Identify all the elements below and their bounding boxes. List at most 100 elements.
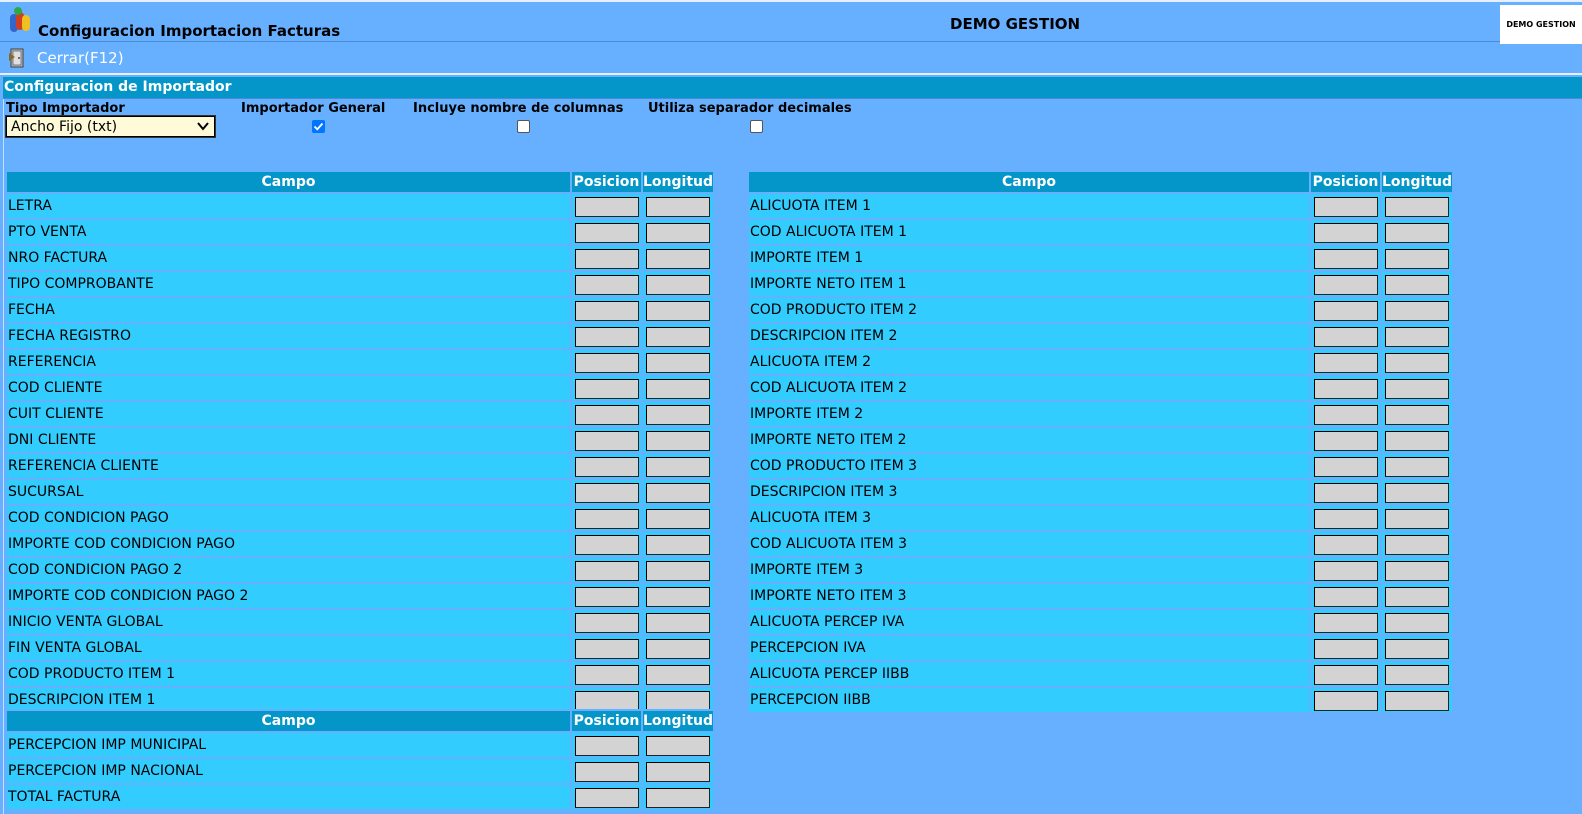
posicion-input[interactable] xyxy=(1313,560,1378,581)
longitud-input[interactable] xyxy=(646,612,710,633)
posicion-input[interactable] xyxy=(574,482,639,503)
posicion-input[interactable] xyxy=(574,534,639,555)
longitud-input[interactable] xyxy=(1385,456,1449,477)
tipo-importador-value: Ancho Fijo (txt) xyxy=(11,118,118,135)
posicion-input[interactable] xyxy=(574,664,639,685)
longitud-input[interactable] xyxy=(1385,612,1449,633)
posicion-input[interactable] xyxy=(574,586,639,607)
separador-decimales-checkbox[interactable] xyxy=(750,120,763,133)
posicion-input[interactable] xyxy=(574,560,639,581)
posicion-input[interactable] xyxy=(574,638,639,659)
close-button[interactable]: Cerrar(F12) xyxy=(6,47,124,69)
incluye-columnas-checkbox[interactable] xyxy=(517,120,530,133)
posicion-input[interactable] xyxy=(574,248,639,269)
longitud-input[interactable] xyxy=(646,586,710,607)
field-label: CUIT CLIENTE xyxy=(7,402,570,426)
longitud-input[interactable] xyxy=(646,300,710,321)
longitud-input[interactable] xyxy=(646,248,710,269)
posicion-input[interactable] xyxy=(574,222,639,243)
longitud-input[interactable] xyxy=(646,638,710,659)
longitud-input[interactable] xyxy=(646,508,710,529)
longitud-input[interactable] xyxy=(1385,690,1449,711)
longitud-input[interactable] xyxy=(1385,300,1449,321)
longitud-input[interactable] xyxy=(1385,222,1449,243)
posicion-input[interactable] xyxy=(574,612,639,633)
longitud-input[interactable] xyxy=(1385,326,1449,347)
posicion-input[interactable] xyxy=(1313,612,1378,633)
longitud-input[interactable] xyxy=(646,787,710,808)
posicion-input[interactable] xyxy=(574,430,639,451)
longitud-input[interactable] xyxy=(1385,196,1449,217)
longitud-input[interactable] xyxy=(1385,378,1449,399)
posicion-cell xyxy=(1311,324,1380,348)
longitud-input[interactable] xyxy=(646,352,710,373)
longitud-input[interactable] xyxy=(1385,664,1449,685)
posicion-input[interactable] xyxy=(1313,534,1378,555)
field-label: COD PRODUCTO ITEM 1 xyxy=(7,662,570,686)
posicion-cell xyxy=(572,454,641,478)
longitud-input[interactable] xyxy=(1385,560,1449,581)
posicion-input[interactable] xyxy=(574,196,639,217)
posicion-input[interactable] xyxy=(1313,508,1378,529)
longitud-input[interactable] xyxy=(646,326,710,347)
posicion-input[interactable] xyxy=(574,787,639,808)
longitud-input[interactable] xyxy=(1385,534,1449,555)
posicion-input[interactable] xyxy=(574,300,639,321)
longitud-input[interactable] xyxy=(646,274,710,295)
longitud-input[interactable] xyxy=(1385,586,1449,607)
longitud-input[interactable] xyxy=(646,222,710,243)
posicion-input[interactable] xyxy=(1313,638,1378,659)
posicion-input[interactable] xyxy=(574,378,639,399)
longitud-input[interactable] xyxy=(1385,430,1449,451)
longitud-input[interactable] xyxy=(646,456,710,477)
posicion-input[interactable] xyxy=(1313,378,1378,399)
posicion-input[interactable] xyxy=(1313,404,1378,425)
longitud-input[interactable] xyxy=(1385,274,1449,295)
longitud-input[interactable] xyxy=(646,664,710,685)
longitud-input[interactable] xyxy=(646,430,710,451)
header-longitud: Longitud xyxy=(643,711,714,731)
posicion-input[interactable] xyxy=(1313,326,1378,347)
longitud-input[interactable] xyxy=(646,196,710,217)
posicion-input[interactable] xyxy=(574,735,639,756)
posicion-input[interactable] xyxy=(1313,430,1378,451)
posicion-input[interactable] xyxy=(1313,248,1378,269)
longitud-input[interactable] xyxy=(646,378,710,399)
posicion-input[interactable] xyxy=(1313,352,1378,373)
importador-general-checkbox[interactable] xyxy=(312,120,325,133)
longitud-cell xyxy=(1382,246,1453,270)
posicion-input[interactable] xyxy=(1313,456,1378,477)
longitud-input[interactable] xyxy=(646,735,710,756)
longitud-input[interactable] xyxy=(1385,248,1449,269)
tipo-importador-select[interactable]: Ancho Fijo (txt) xyxy=(5,115,216,138)
longitud-input[interactable] xyxy=(646,560,710,581)
longitud-input[interactable] xyxy=(646,761,710,782)
posicion-input[interactable] xyxy=(574,508,639,529)
posicion-input[interactable] xyxy=(574,274,639,295)
longitud-input[interactable] xyxy=(1385,404,1449,425)
longitud-input[interactable] xyxy=(646,404,710,425)
table-row: DESCRIPCION ITEM 2 xyxy=(749,324,1453,348)
longitud-input[interactable] xyxy=(646,534,710,555)
posicion-input[interactable] xyxy=(1313,664,1378,685)
posicion-input[interactable] xyxy=(574,404,639,425)
posicion-input[interactable] xyxy=(1313,196,1378,217)
posicion-input[interactable] xyxy=(1313,690,1378,711)
posicion-input[interactable] xyxy=(1313,482,1378,503)
posicion-input[interactable] xyxy=(574,352,639,373)
posicion-input[interactable] xyxy=(1313,300,1378,321)
longitud-input[interactable] xyxy=(1385,508,1449,529)
posicion-input[interactable] xyxy=(574,326,639,347)
longitud-input[interactable] xyxy=(646,482,710,503)
posicion-input[interactable] xyxy=(1313,274,1378,295)
posicion-input[interactable] xyxy=(1313,586,1378,607)
longitud-input[interactable] xyxy=(646,690,710,711)
longitud-input[interactable] xyxy=(1385,482,1449,503)
posicion-input[interactable] xyxy=(574,456,639,477)
posicion-input[interactable] xyxy=(574,761,639,782)
posicion-input[interactable] xyxy=(1313,222,1378,243)
separador-decimales-label: Utiliza separador decimales xyxy=(648,101,852,116)
longitud-input[interactable] xyxy=(1385,352,1449,373)
posicion-input[interactable] xyxy=(574,690,639,711)
longitud-input[interactable] xyxy=(1385,638,1449,659)
